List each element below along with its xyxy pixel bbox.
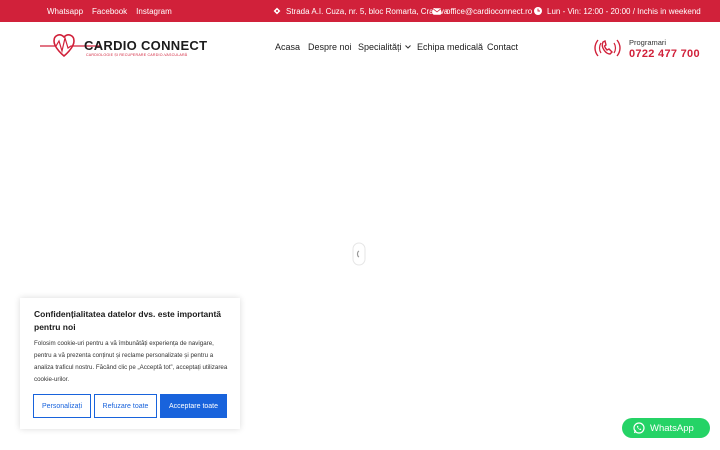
nav-item-specialitati[interactable]: Specialități (358, 42, 411, 52)
location-icon (273, 7, 281, 15)
top-bar: Whatsapp Facebook Instagram Strada A.I. … (0, 0, 720, 22)
nav-item-specialitati-label: Specialități (358, 42, 402, 52)
email-info[interactable]: office@cardioconnect.ro (433, 0, 532, 22)
whatsapp-label: WhatsApp (650, 422, 694, 434)
instagram-link[interactable]: Instagram (136, 7, 172, 16)
cookie-consent-dialog: Confidențialitatea datelor dvs. este imp… (20, 298, 240, 429)
nav-item-contact[interactable]: Contact (487, 42, 518, 52)
customize-button[interactable]: Personalizați (33, 394, 91, 418)
clock-icon (534, 7, 542, 15)
hours-text: Lun - Vin: 12:00 - 20:00 / Inchis in wee… (547, 6, 701, 16)
cookie-description: Folosim cookie-uri pentru a vă îmbunătăț… (34, 340, 228, 383)
address-info: Strada A.I. Cuza, nr. 5, bloc Romarta, C… (273, 0, 448, 22)
whatsapp-chat-button[interactable]: WhatsApp (622, 418, 710, 438)
email-text[interactable]: office@cardioconnect.ro (446, 7, 532, 16)
social-links: Whatsapp Facebook Instagram (47, 0, 172, 22)
whatsapp-icon (633, 422, 645, 434)
accept-all-button[interactable]: Acceptare toate (160, 394, 227, 418)
facebook-link[interactable]: Facebook (92, 7, 127, 16)
nav-item-despre-noi[interactable]: Despre noi (308, 42, 352, 52)
phone-number-link[interactable]: 0722 477 700 (629, 48, 700, 60)
chevron-down-icon (404, 45, 411, 49)
nav-item-echipa-medicala[interactable]: Echipa medicală (417, 42, 483, 52)
envelope-icon (433, 7, 441, 15)
appointments-label: Programari (629, 38, 667, 47)
whatsapp-link[interactable]: Whatsapp (47, 7, 83, 16)
nav-item-acasa[interactable]: Acasa (275, 42, 300, 52)
hours-info: Lun - Vin: 12:00 - 20:00 / Inchis in wee… (534, 0, 701, 22)
address-text: Strada A.I. Cuza, nr. 5, bloc Romarta, C… (286, 6, 449, 16)
loading-spinner-icon (352, 242, 366, 266)
cookie-title: Confidențialitatea datelor dvs. este imp… (34, 309, 222, 332)
phone-ringing-icon (594, 39, 621, 57)
reject-all-button[interactable]: Refuzare toate (94, 394, 157, 418)
